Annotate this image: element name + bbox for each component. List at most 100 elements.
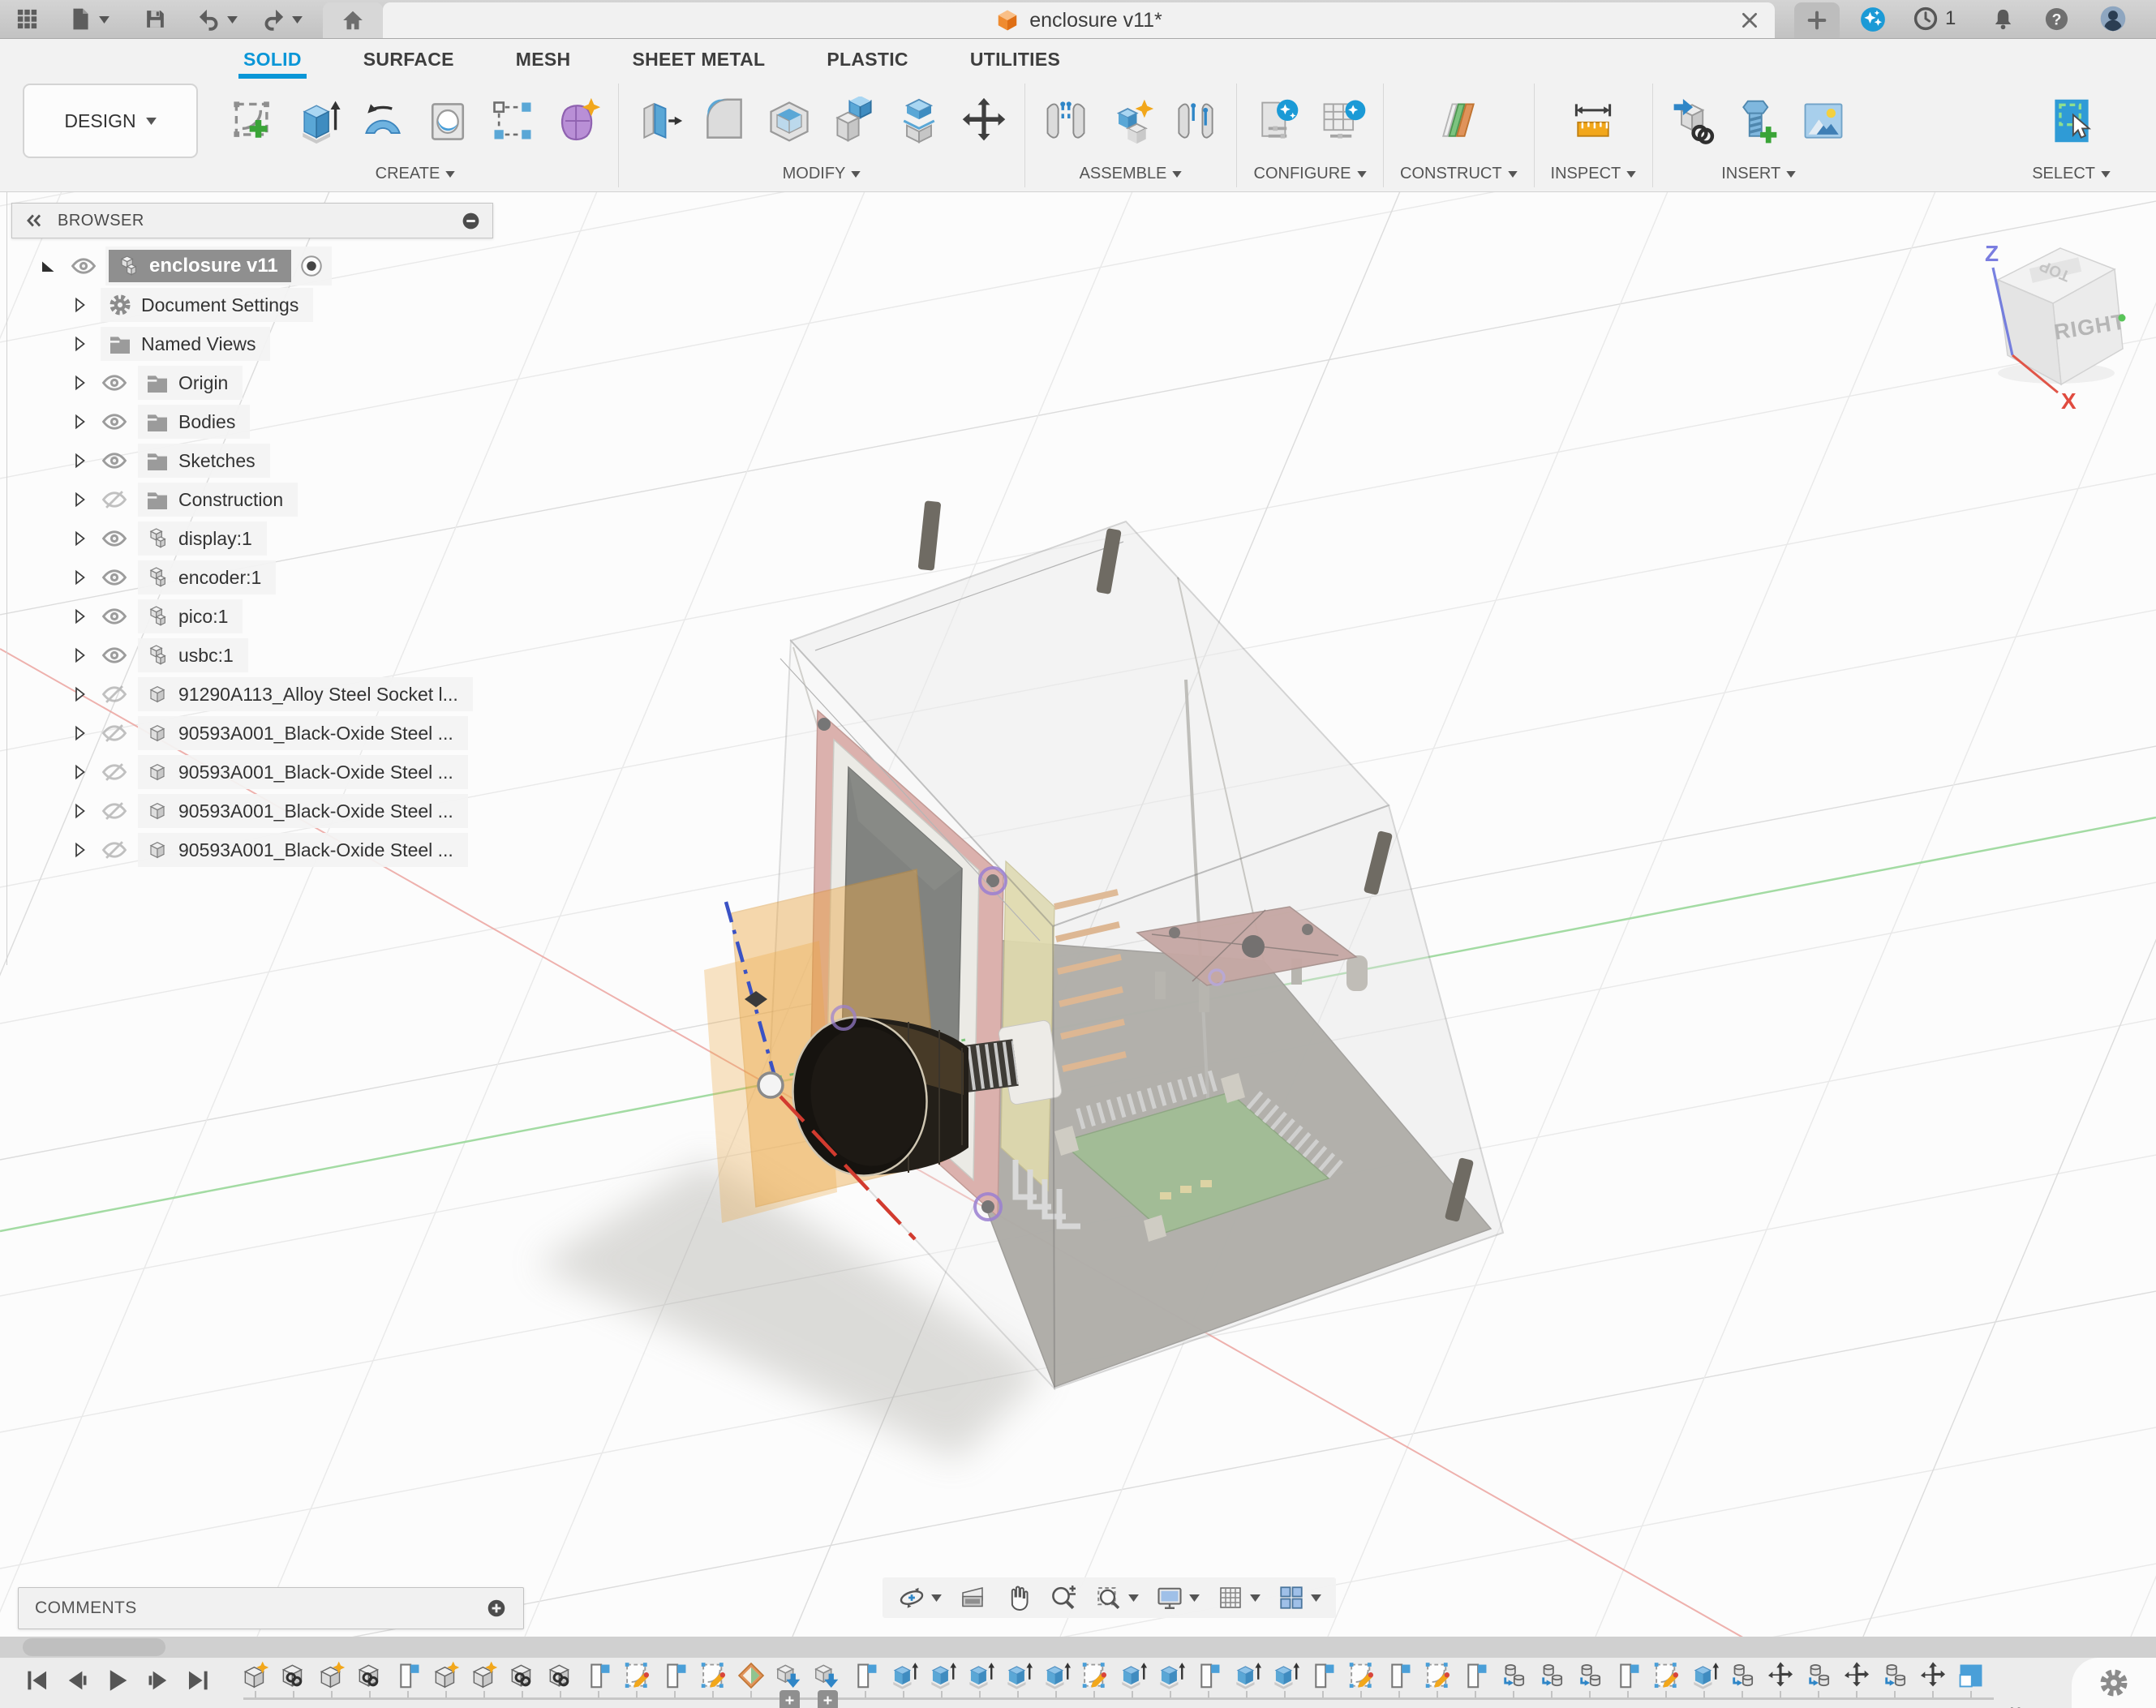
redo-caret-icon[interactable] bbox=[292, 16, 303, 24]
tree-item-construction[interactable]: Construction bbox=[11, 480, 493, 519]
display-settings-button[interactable] bbox=[1155, 1583, 1200, 1612]
timeline-feature-sketch[interactable] bbox=[1346, 1660, 1376, 1691]
timeline-feature-extrude[interactable] bbox=[1689, 1660, 1720, 1691]
tree-root-enclosure-v11[interactable]: enclosure v11 bbox=[11, 247, 493, 285]
form-button[interactable] bbox=[553, 97, 602, 145]
fillet-button[interactable] bbox=[700, 97, 749, 145]
skip-to-end-button[interactable] bbox=[185, 1667, 213, 1694]
timeline-feature-extrude[interactable] bbox=[1231, 1660, 1262, 1691]
tree-item-90593a001-black-oxide-steel-[interactable]: 90593A001_Black-Oxide Steel ... bbox=[11, 714, 493, 753]
expand-arrow-icon[interactable] bbox=[70, 840, 89, 860]
redo-icon[interactable] bbox=[261, 6, 286, 32]
new-tab-button[interactable] bbox=[1794, 2, 1840, 38]
timeline-feature-flag[interactable] bbox=[850, 1660, 881, 1691]
group-label-construct[interactable]: CONSTRUCT bbox=[1400, 165, 1518, 183]
move-copy-button[interactable] bbox=[960, 97, 1008, 145]
extrude-button[interactable] bbox=[294, 97, 342, 145]
expand-arrow-icon[interactable] bbox=[70, 646, 89, 665]
tree-item-bodies[interactable]: Bodies bbox=[11, 402, 493, 441]
extensions-sparkle-icon[interactable] bbox=[1859, 6, 1887, 33]
undo-caret-icon[interactable] bbox=[227, 16, 238, 24]
timeline-feature-copy[interactable] bbox=[1574, 1660, 1605, 1691]
visibility-icon[interactable] bbox=[101, 447, 128, 474]
tab-mesh[interactable]: MESH bbox=[485, 41, 602, 79]
timeline-feature-extrude[interactable] bbox=[1155, 1660, 1186, 1691]
tree-item-display-1[interactable]: display:1 bbox=[11, 519, 493, 558]
tree-item-encoder-1[interactable]: encoder:1 bbox=[11, 558, 493, 597]
timeline-feature-move[interactable] bbox=[1765, 1660, 1796, 1691]
timeline-feature-sketch[interactable] bbox=[1422, 1660, 1453, 1691]
job-status-button[interactable]: 1 bbox=[1913, 6, 1956, 32]
tree-item-usbc-1[interactable]: usbc:1 bbox=[11, 636, 493, 675]
comments-bar[interactable]: COMMENTS bbox=[18, 1587, 524, 1629]
expand-arrow-icon[interactable] bbox=[70, 334, 89, 354]
file-menu-icon[interactable] bbox=[68, 6, 93, 32]
hole-button[interactable] bbox=[423, 97, 472, 145]
tree-item-90593a001-black-oxide-steel-[interactable]: 90593A001_Black-Oxide Steel ... bbox=[11, 753, 493, 792]
visibility-icon[interactable] bbox=[101, 564, 128, 591]
timeline-feature-flag[interactable] bbox=[1460, 1660, 1491, 1691]
timeline-feature-plane[interactable] bbox=[736, 1660, 767, 1691]
revolve-button[interactable] bbox=[359, 97, 407, 145]
collapse-all-icon[interactable] bbox=[461, 211, 481, 231]
tab-utilities[interactable]: UTILITIES bbox=[939, 41, 1091, 79]
visibility-icon[interactable] bbox=[70, 252, 97, 280]
timeline-feature-move[interactable] bbox=[1841, 1660, 1872, 1691]
timeline-feature-link[interactable] bbox=[507, 1660, 538, 1691]
zoom-window-button[interactable] bbox=[1094, 1583, 1139, 1612]
timeline-scrollbar-thumb[interactable] bbox=[23, 1638, 165, 1656]
visibility-off-icon[interactable] bbox=[101, 758, 128, 786]
timeline-feature-flag[interactable] bbox=[1613, 1660, 1643, 1691]
expand-arrow-icon[interactable] bbox=[70, 529, 89, 548]
visibility-off-icon[interactable] bbox=[101, 680, 128, 708]
timeline-feature-extrude[interactable] bbox=[1003, 1660, 1033, 1691]
timeline-feature-copy[interactable] bbox=[1536, 1660, 1567, 1691]
close-tab-icon[interactable] bbox=[1739, 10, 1760, 31]
tab-surface[interactable]: SURFACE bbox=[333, 41, 485, 79]
tab-solid[interactable]: SOLID bbox=[213, 41, 333, 79]
timeline-feature-copy[interactable] bbox=[1727, 1660, 1758, 1691]
timeline-feature-extrude[interactable] bbox=[1117, 1660, 1148, 1691]
timeline-feature-link[interactable] bbox=[545, 1660, 576, 1691]
tree-item-90593a001-black-oxide-steel-[interactable]: 90593A001_Black-Oxide Steel ... bbox=[11, 830, 493, 869]
expand-arrow-icon[interactable] bbox=[70, 568, 89, 587]
group-label-modify[interactable]: MODIFY bbox=[783, 165, 861, 183]
timeline-feature-copy[interactable] bbox=[1498, 1660, 1529, 1691]
timeline-feature-flag[interactable] bbox=[393, 1660, 423, 1691]
group-label-select[interactable]: SELECT bbox=[2032, 165, 2111, 183]
skip-to-start-button[interactable] bbox=[23, 1667, 50, 1694]
shell-button[interactable] bbox=[765, 97, 814, 145]
timeline-feature-move[interactable] bbox=[1918, 1660, 1948, 1691]
timeline-feature-copy[interactable] bbox=[1803, 1660, 1834, 1691]
timeline-feature-flag[interactable] bbox=[1308, 1660, 1338, 1691]
timeline-feature-extrude[interactable] bbox=[926, 1660, 957, 1691]
app-grid-icon[interactable] bbox=[15, 6, 40, 32]
activate-component-radio[interactable] bbox=[299, 254, 324, 278]
measure-button[interactable] bbox=[1569, 97, 1617, 145]
timeline-feature-copy[interactable] bbox=[1879, 1660, 1910, 1691]
avatar[interactable] bbox=[2099, 5, 2127, 32]
timeline-feature-component[interactable] bbox=[469, 1660, 500, 1691]
expand-arrow-icon[interactable] bbox=[70, 762, 89, 782]
expand-arrow-icon[interactable] bbox=[70, 684, 89, 704]
tree-item-origin[interactable]: Origin bbox=[11, 363, 493, 402]
expand-arrow-icon[interactable] bbox=[70, 295, 89, 315]
timeline-feature-component[interactable] bbox=[431, 1660, 462, 1691]
timeline-feature-sketch[interactable] bbox=[1079, 1660, 1110, 1691]
group-label-create[interactable]: CREATE bbox=[376, 165, 456, 183]
timeline-feature-extrude[interactable] bbox=[1269, 1660, 1300, 1691]
undo-icon[interactable] bbox=[196, 6, 221, 32]
timeline-feature-flag[interactable] bbox=[1193, 1660, 1224, 1691]
construction-plane-button[interactable] bbox=[1434, 97, 1483, 145]
timeline-feature-extrude[interactable] bbox=[964, 1660, 995, 1691]
visibility-icon[interactable] bbox=[101, 525, 128, 552]
tree-item-document-settings[interactable]: Document Settings bbox=[11, 285, 493, 324]
insert-canvas-button[interactable] bbox=[1799, 97, 1848, 145]
timeline-feature-sketch[interactable] bbox=[1651, 1660, 1681, 1691]
joint-button[interactable] bbox=[1041, 97, 1090, 145]
timeline-feature-sketch[interactable] bbox=[621, 1660, 652, 1691]
visibility-off-icon[interactable] bbox=[101, 836, 128, 864]
expand-arrow-icon[interactable] bbox=[70, 412, 89, 431]
look-at-button[interactable] bbox=[958, 1583, 987, 1612]
insert-fastener-button[interactable] bbox=[1734, 97, 1783, 145]
